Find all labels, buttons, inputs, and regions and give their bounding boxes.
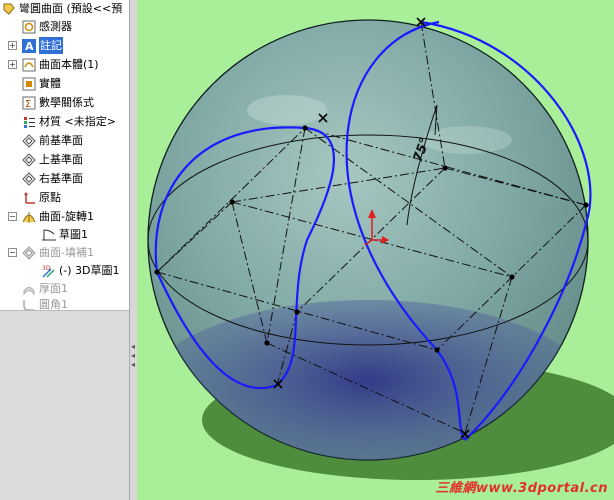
tree-item-annotations[interactable]: A 註記 bbox=[22, 37, 63, 54]
fill-surface-icon bbox=[22, 245, 36, 260]
feature-tree-empty-area bbox=[0, 310, 129, 500]
tree-item-label: (-) 3D草圖1 bbox=[59, 264, 120, 277]
tree-item-material[interactable]: 材質 <未指定> bbox=[22, 113, 116, 130]
sphere-highlight bbox=[247, 95, 327, 125]
collapse-fill-icon[interactable]: − bbox=[8, 248, 17, 257]
tree-item-label: 草圖1 bbox=[59, 228, 88, 241]
feature-manager-tree: 彎圓曲面 (預設<<預 感測器 + A 註記 + 曲面本體(1) 實體 Σ 數學… bbox=[0, 0, 130, 500]
tree-item-label: 數學關係式 bbox=[39, 96, 94, 109]
panel-splitter[interactable] bbox=[129, 0, 137, 500]
tree-item-origin[interactable]: 原點 bbox=[22, 189, 61, 206]
model-view: 75° bbox=[147, 17, 614, 480]
plane-icon bbox=[22, 171, 36, 186]
tree-item-surface-fill[interactable]: 曲面-填補1 bbox=[22, 244, 94, 261]
tree-item-label: 實體 bbox=[39, 77, 61, 90]
material-icon bbox=[22, 115, 36, 129]
svg-text:Σ: Σ bbox=[25, 99, 31, 110]
tree-item-solid-bodies[interactable]: 實體 bbox=[22, 75, 61, 92]
tree-item-label: 右基準面 bbox=[39, 172, 83, 185]
plane-icon bbox=[22, 133, 36, 148]
svg-text:A: A bbox=[25, 40, 34, 53]
annotation-icon: A bbox=[22, 38, 36, 53]
tree-item-top-plane[interactable]: 上基準面 bbox=[22, 151, 83, 168]
sensor-icon bbox=[22, 20, 36, 34]
tree-item-label: 前基準面 bbox=[39, 134, 83, 147]
tree-item-equations[interactable]: Σ 數學關係式 bbox=[22, 94, 94, 111]
watermark-text: 三維網www.3dportal.cn bbox=[435, 481, 608, 496]
surface-body-icon bbox=[22, 58, 36, 72]
tree-item-label: 曲面-填補1 bbox=[39, 246, 94, 259]
tree-item-label: 上基準面 bbox=[39, 153, 83, 166]
expand-surface-bodies-icon[interactable]: + bbox=[8, 60, 17, 69]
tree-item-thicken1[interactable]: 厚面1 bbox=[22, 280, 68, 297]
revolve-surface-icon bbox=[22, 210, 36, 224]
tree-item-label: 原點 bbox=[39, 191, 61, 204]
tree-root-part[interactable]: 彎圓曲面 (預設<<預 bbox=[2, 0, 122, 17]
tree-item-front-plane[interactable]: 前基準面 bbox=[22, 132, 83, 149]
tree-item-sketch1[interactable]: 草圖1 bbox=[42, 226, 88, 243]
graphics-viewport[interactable]: 75° bbox=[137, 0, 614, 500]
tree-item-label: 厚面1 bbox=[39, 282, 68, 295]
tree-item-label: 曲面本體(1) bbox=[39, 58, 99, 71]
part-icon bbox=[2, 2, 16, 16]
plane-icon bbox=[22, 152, 36, 167]
tree-item-right-plane[interactable]: 右基準面 bbox=[22, 170, 83, 187]
tree-item-surface-revolve[interactable]: 曲面-旋轉1 bbox=[22, 208, 94, 225]
tree-item-label: 註記 bbox=[39, 37, 63, 54]
equations-icon: Σ bbox=[22, 96, 36, 110]
expand-annotations-icon[interactable]: + bbox=[8, 41, 17, 50]
collapse-revolve-icon[interactable]: − bbox=[8, 212, 17, 221]
svg-text:3D: 3D bbox=[42, 265, 51, 272]
tree-item-label: 感測器 bbox=[39, 20, 72, 33]
feature-tree-list: 彎圓曲面 (預設<<預 感測器 + A 註記 + 曲面本體(1) 實體 Σ 數學… bbox=[0, 0, 129, 311]
solid-body-icon bbox=[22, 77, 36, 91]
tree-item-surface-bodies[interactable]: 曲面本體(1) bbox=[22, 56, 99, 73]
tree-root-label: 彎圓曲面 (預設<<預 bbox=[19, 2, 123, 15]
tree-item-label: 材質 <未指定> bbox=[39, 115, 116, 128]
origin-icon bbox=[22, 191, 36, 205]
sketch-icon bbox=[42, 228, 56, 242]
collapse-panel-icon[interactable]: ◂ ◂ ◂ bbox=[131, 342, 136, 369]
tree-item-label: 曲面-旋轉1 bbox=[39, 210, 94, 223]
3d-sketch-icon: 3D bbox=[42, 264, 56, 278]
thicken-icon bbox=[22, 282, 36, 296]
tree-item-3d-sketch1[interactable]: 3D (-) 3D草圖1 bbox=[42, 262, 120, 279]
tree-item-sensors[interactable]: 感測器 bbox=[22, 18, 72, 35]
